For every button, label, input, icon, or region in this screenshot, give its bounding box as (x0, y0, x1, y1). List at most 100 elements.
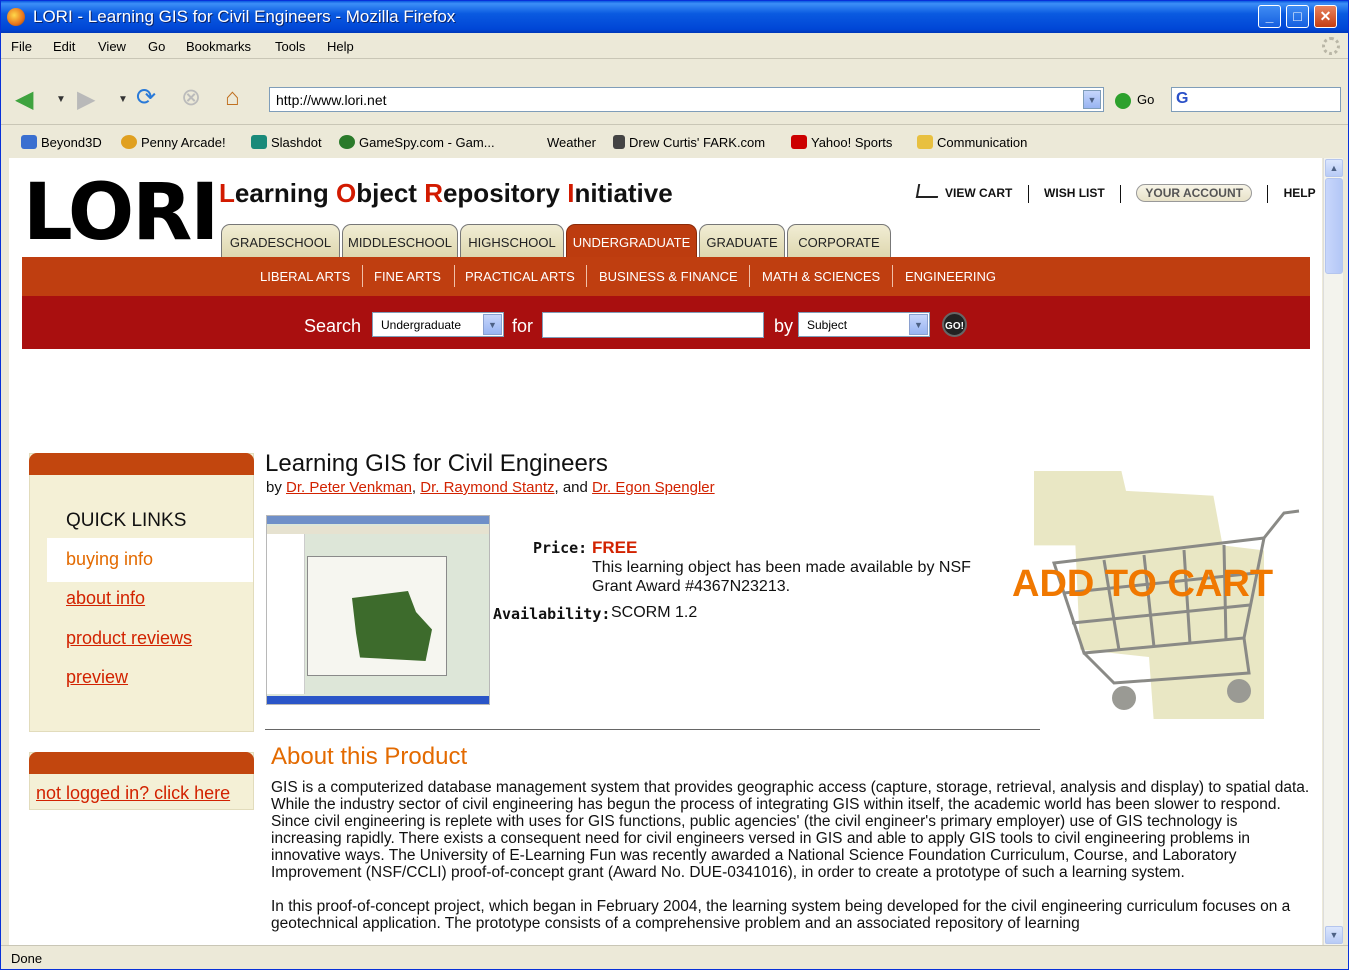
tab-highschool[interactable]: HIGHSCHOOL (460, 224, 564, 257)
gamespy-icon (339, 135, 355, 149)
site-logo[interactable]: LORI (23, 174, 219, 252)
price-note: This learning object has been made avail… (592, 559, 971, 595)
go-icon (1115, 92, 1131, 109)
close-button[interactable]: ✕ (1314, 5, 1337, 28)
bookmark-item[interactable]: Beyond3D (21, 135, 102, 150)
title-bar: LORI - Learning GIS for Civil Engineers … (1, 1, 1348, 33)
menu-bar: File Edit View Go Bookmarks Tools Help (1, 33, 1348, 59)
author-link[interactable]: Dr. Egon Spengler (592, 479, 715, 496)
account-links: VIEW CART WISH LIST YOUR ACCOUNT HELP (915, 184, 1316, 203)
tab-gradeschool[interactable]: GRADESCHOOL (221, 224, 340, 257)
scroll-thumb[interactable] (1325, 178, 1343, 274)
divider (749, 265, 750, 287)
nav-liberal-arts[interactable]: LIBERAL ARTS (260, 269, 350, 284)
page-viewport: LORI Learning Object Repository Initiati… (9, 158, 1322, 945)
bookmark-item[interactable]: Drew Curtis' FARK.com (613, 135, 765, 150)
go-button[interactable]: Go (1115, 92, 1154, 109)
divider (454, 265, 455, 287)
tab-corporate[interactable]: CORPORATE (787, 224, 891, 257)
view-cart-link[interactable]: VIEW CART (915, 184, 1012, 200)
divider (1027, 184, 1029, 203)
category-nav: LIBERAL ARTS FINE ARTS PRACTICAL ARTS BU… (22, 257, 1310, 296)
url-bar[interactable]: ▼ (269, 87, 1104, 112)
site-search-bar: Search Undergraduate ▼ for by Subject ▼ GO… (22, 296, 1310, 349)
url-input[interactable] (270, 88, 1070, 111)
product-title: Learning GIS for Civil Engineers (265, 450, 608, 477)
login-link[interactable]: not logged in? click here (36, 783, 230, 804)
divider (892, 265, 893, 287)
slashdot-icon (251, 135, 267, 149)
bookmark-item[interactable]: GameSpy.com - Gam... (339, 135, 495, 150)
bookmark-item[interactable]: Slashdot (251, 135, 322, 150)
url-dropdown-icon[interactable]: ▼ (1083, 90, 1101, 109)
reload-icon[interactable]: ⟳ (136, 83, 156, 113)
divider (362, 265, 363, 287)
bookmarks-toolbar: Beyond3D Penny Arcade! Slashdot GameSpy.… (1, 127, 1348, 157)
panel-header (29, 752, 254, 774)
search-engine-box[interactable]: G (1171, 87, 1341, 112)
tab-middleschool[interactable]: MIDDLESCHOOL (342, 224, 458, 257)
nav-math-sciences[interactable]: MATH & SCIENCES (762, 269, 880, 284)
quick-links-heading: QUICK LINKS (66, 510, 187, 531)
nav-business-finance[interactable]: BUSINESS & FINANCE (599, 269, 738, 284)
menu-bookmarks[interactable]: Bookmarks (186, 39, 251, 54)
scroll-down-icon[interactable]: ▼ (1325, 926, 1343, 944)
window-title: LORI - Learning GIS for Civil Engineers … (33, 7, 456, 26)
yahoo-icon (791, 135, 807, 149)
search-go-button[interactable]: GO! (942, 312, 967, 337)
tab-graduate[interactable]: GRADUATE (699, 224, 785, 257)
status-text: Done (11, 951, 43, 966)
product-screenshot[interactable] (266, 515, 490, 705)
quick-link-about-info[interactable]: about info (66, 588, 145, 609)
about-heading: About this Product (271, 743, 468, 770)
browser-window: LORI - Learning GIS for Civil Engineers … (0, 0, 1349, 970)
wish-list-link[interactable]: WISH LIST (1044, 186, 1105, 200)
nav-practical-arts[interactable]: PRACTICAL ARTS (465, 269, 575, 284)
bookmark-folder[interactable]: Communication (917, 135, 1027, 150)
add-to-cart-button[interactable]: ADD TO CART (1004, 463, 1322, 728)
forward-icon[interactable]: ▶ (77, 85, 95, 115)
maximize-button[interactable]: □ (1286, 5, 1309, 28)
folder-icon (917, 135, 933, 149)
menu-tools[interactable]: Tools (275, 39, 305, 54)
nav-fine-arts[interactable]: FINE ARTS (374, 269, 441, 284)
quick-link-active[interactable]: buying info (47, 538, 253, 582)
scroll-up-icon[interactable]: ▲ (1325, 159, 1343, 177)
help-link[interactable]: HELP (1284, 186, 1316, 200)
site-tagline: Learning Object Repository Initiative (219, 178, 673, 208)
author-link[interactable]: Dr. Peter Venkman (286, 479, 412, 496)
forward-dropdown-icon[interactable]: ▼ (118, 85, 128, 115)
quick-link-product-reviews[interactable]: product reviews (66, 628, 192, 649)
menu-view[interactable]: View (98, 39, 126, 54)
bookmark-item[interactable]: Penny Arcade! (121, 135, 226, 150)
home-icon[interactable]: ⌂ (225, 83, 240, 113)
author-link[interactable]: Dr. Raymond Stantz (420, 479, 554, 496)
your-account-button[interactable]: YOUR ACCOUNT (1136, 184, 1252, 202)
about-paragraph: GIS is a computerized database managemen… (271, 779, 1310, 881)
bookmark-item[interactable]: Yahoo! Sports (791, 135, 892, 150)
bookmark-item[interactable]: Weather (547, 135, 596, 150)
menu-help[interactable]: Help (327, 39, 354, 54)
minimize-button[interactable]: _ (1258, 5, 1281, 28)
status-bar: Done (1, 945, 1348, 969)
vertical-scrollbar[interactable]: ▲ ▼ (1323, 158, 1343, 945)
menu-file[interactable]: File (11, 39, 32, 54)
throbber-icon (1322, 37, 1340, 55)
tab-undergraduate[interactable]: UNDERGRADUATE (566, 224, 697, 257)
divider (586, 265, 587, 287)
nav-engineering[interactable]: ENGINEERING (905, 269, 996, 284)
search-input[interactable] (542, 312, 764, 338)
back-icon[interactable]: ◀ (15, 85, 33, 115)
menu-edit[interactable]: Edit (53, 39, 75, 54)
navigation-toolbar: ◀ ▼ ▶ ▼ ⟳ ⊗ ⌂ ▼ Go G (1, 59, 1348, 125)
login-panel: not logged in? click here (29, 752, 254, 810)
google-icon: G (1176, 90, 1189, 107)
field-select[interactable]: Subject ▼ (798, 312, 930, 337)
level-select[interactable]: Undergraduate ▼ (372, 312, 504, 337)
menu-go[interactable]: Go (148, 39, 165, 54)
stop-icon[interactable]: ⊗ (181, 83, 201, 113)
fark-icon (613, 135, 625, 149)
back-dropdown-icon[interactable]: ▼ (56, 85, 66, 115)
product-authors: by Dr. Peter Venkman, Dr. Raymond Stantz… (266, 479, 715, 496)
quick-link-preview[interactable]: preview (66, 667, 128, 688)
